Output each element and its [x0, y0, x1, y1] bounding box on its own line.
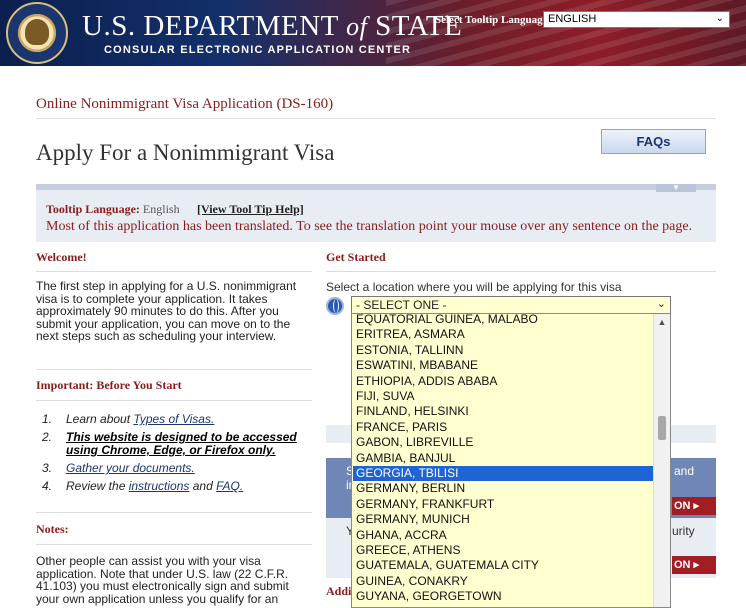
location-prompt: Select a location where you will be appl… — [326, 280, 622, 294]
types-of-visas-link[interactable]: Types of Visas. — [133, 412, 214, 426]
dropdown-option[interactable]: ERITREA, ASMARA — [356, 327, 652, 342]
divider — [36, 118, 716, 119]
divider — [36, 544, 312, 545]
welcome-heading: Welcome! — [36, 250, 87, 264]
page-title: Apply For a Nonimmigrant Visa — [36, 140, 335, 165]
list-item: 4. Review the instructions and FAQ. — [42, 479, 244, 493]
tooltip-language-info: Tooltip Language: English — [46, 202, 180, 216]
dropdown-option[interactable]: GREECE, ATHENS — [356, 543, 652, 558]
brand-title: U.S. DEPARTMENT of STATE — [82, 10, 463, 42]
dropdown-option[interactable]: GUATEMALA, GUATEMALA CITY — [356, 558, 652, 573]
dropdown-option[interactable]: GUYANA, GEORGETOWN — [356, 589, 652, 604]
scroll-up-icon[interactable]: ▲ — [654, 314, 670, 330]
chevron-down-icon: ⌄ — [656, 298, 666, 310]
dropdown-option[interactable]: ESTONIA, TALLINN — [356, 343, 652, 358]
application-title: Online Nonimmigrant Visa Application (DS… — [36, 96, 334, 112]
site-header: U.S. DEPARTMENT of STATE CONSULAR ELECTR… — [0, 0, 746, 66]
divider — [36, 271, 312, 272]
chevron-down-icon: ⌄ — [715, 13, 724, 24]
divider — [36, 512, 312, 513]
scrollbar-thumb[interactable] — [658, 416, 666, 440]
faq-link[interactable]: FAQ. — [216, 479, 243, 493]
dropdown-option[interactable]: FRANCE, PARIS — [356, 420, 652, 435]
retrieve-application-button[interactable]: ON ▸ — [672, 556, 716, 574]
dropdown-option[interactable]: GAMBIA, BANJUL — [356, 451, 652, 466]
dropdown-option[interactable]: ESWATINI, MBABANE — [356, 358, 652, 373]
additional-heading: Addi — [326, 584, 352, 598]
translation-message: Most of this application has been transl… — [46, 219, 693, 234]
dropdown-option[interactable]: GERMANY, BERLIN — [356, 481, 652, 496]
department-seal-icon — [6, 2, 68, 64]
list-item: 3. Gather your documents. — [42, 461, 195, 475]
list-item: 2. This website is designed to be access… — [42, 430, 297, 457]
dropdown-option[interactable]: GHANA, ACCRA — [356, 528, 652, 543]
dropdown-option[interactable]: GERMANY, MUNICH — [356, 512, 652, 527]
globe-icon — [326, 297, 344, 315]
collapse-tab-icon[interactable]: ▼ — [656, 184, 696, 192]
instructions-link[interactable]: instructions — [129, 479, 190, 493]
dropdown-option[interactable]: GERMANY, FRANKFURT — [356, 497, 652, 512]
list-item: 1. Learn about Types of Visas. — [42, 412, 215, 426]
dropdown-option[interactable]: GUINEA, CONAKRY — [356, 574, 652, 589]
dropdown-option[interactable]: GABON, LIBREVILLE — [356, 435, 652, 450]
dropdown-option[interactable]: FINLAND, HELSINKI — [356, 404, 652, 419]
dropdown-option[interactable]: FIJI, SUVA — [356, 389, 652, 404]
notes-heading: Notes: — [36, 522, 69, 536]
dropdown-scrollbar[interactable]: ▲ — [653, 314, 670, 607]
divider — [36, 369, 312, 370]
important-heading: Important: Before You Start — [36, 378, 182, 392]
dropdown-option[interactable]: EQUATORIAL GUINEA, MALABO — [356, 314, 652, 327]
get-started-heading: Get Started — [326, 250, 386, 264]
tooltip-banner: ▼ Tooltip Language: English [View Tool T… — [36, 184, 716, 242]
location-dropdown-list[interactable]: EQUATORIAL GUINEA, MALABO ERITREA, ASMARA… — [351, 313, 671, 608]
notes-text: Other people can assist you with your vi… — [36, 554, 289, 606]
gather-documents-link[interactable]: Gather your documents. — [66, 461, 195, 475]
divider — [36, 400, 312, 401]
tooltip-language-select[interactable]: ENGLISH ⌄ — [543, 11, 730, 28]
brand-subtitle: CONSULAR ELECTRONIC APPLICATION CENTER — [104, 44, 412, 56]
divider — [326, 271, 716, 272]
welcome-text: The first step in applying for a U.S. no… — [36, 279, 297, 344]
tooltip-language-label: Select Tooltip Language — [435, 14, 548, 26]
view-tooltip-help-link[interactable]: [View Tool Tip Help] — [197, 202, 304, 217]
browser-notice: This website is designed to be accessed … — [66, 430, 297, 457]
dropdown-option[interactable]: GEORGIA, TBILISI — [353, 466, 653, 482]
location-select[interactable]: - SELECT ONE - ⌄ — [351, 296, 671, 314]
before-you-start-list: 1. Learn about Types of Visas. 2. This w… — [42, 413, 312, 498]
dropdown-option[interactable]: ETHIOPIA, ADDIS ABABA — [356, 374, 652, 389]
faqs-button[interactable]: FAQs — [601, 129, 706, 154]
start-application-button[interactable]: ON ▸ — [672, 497, 716, 515]
